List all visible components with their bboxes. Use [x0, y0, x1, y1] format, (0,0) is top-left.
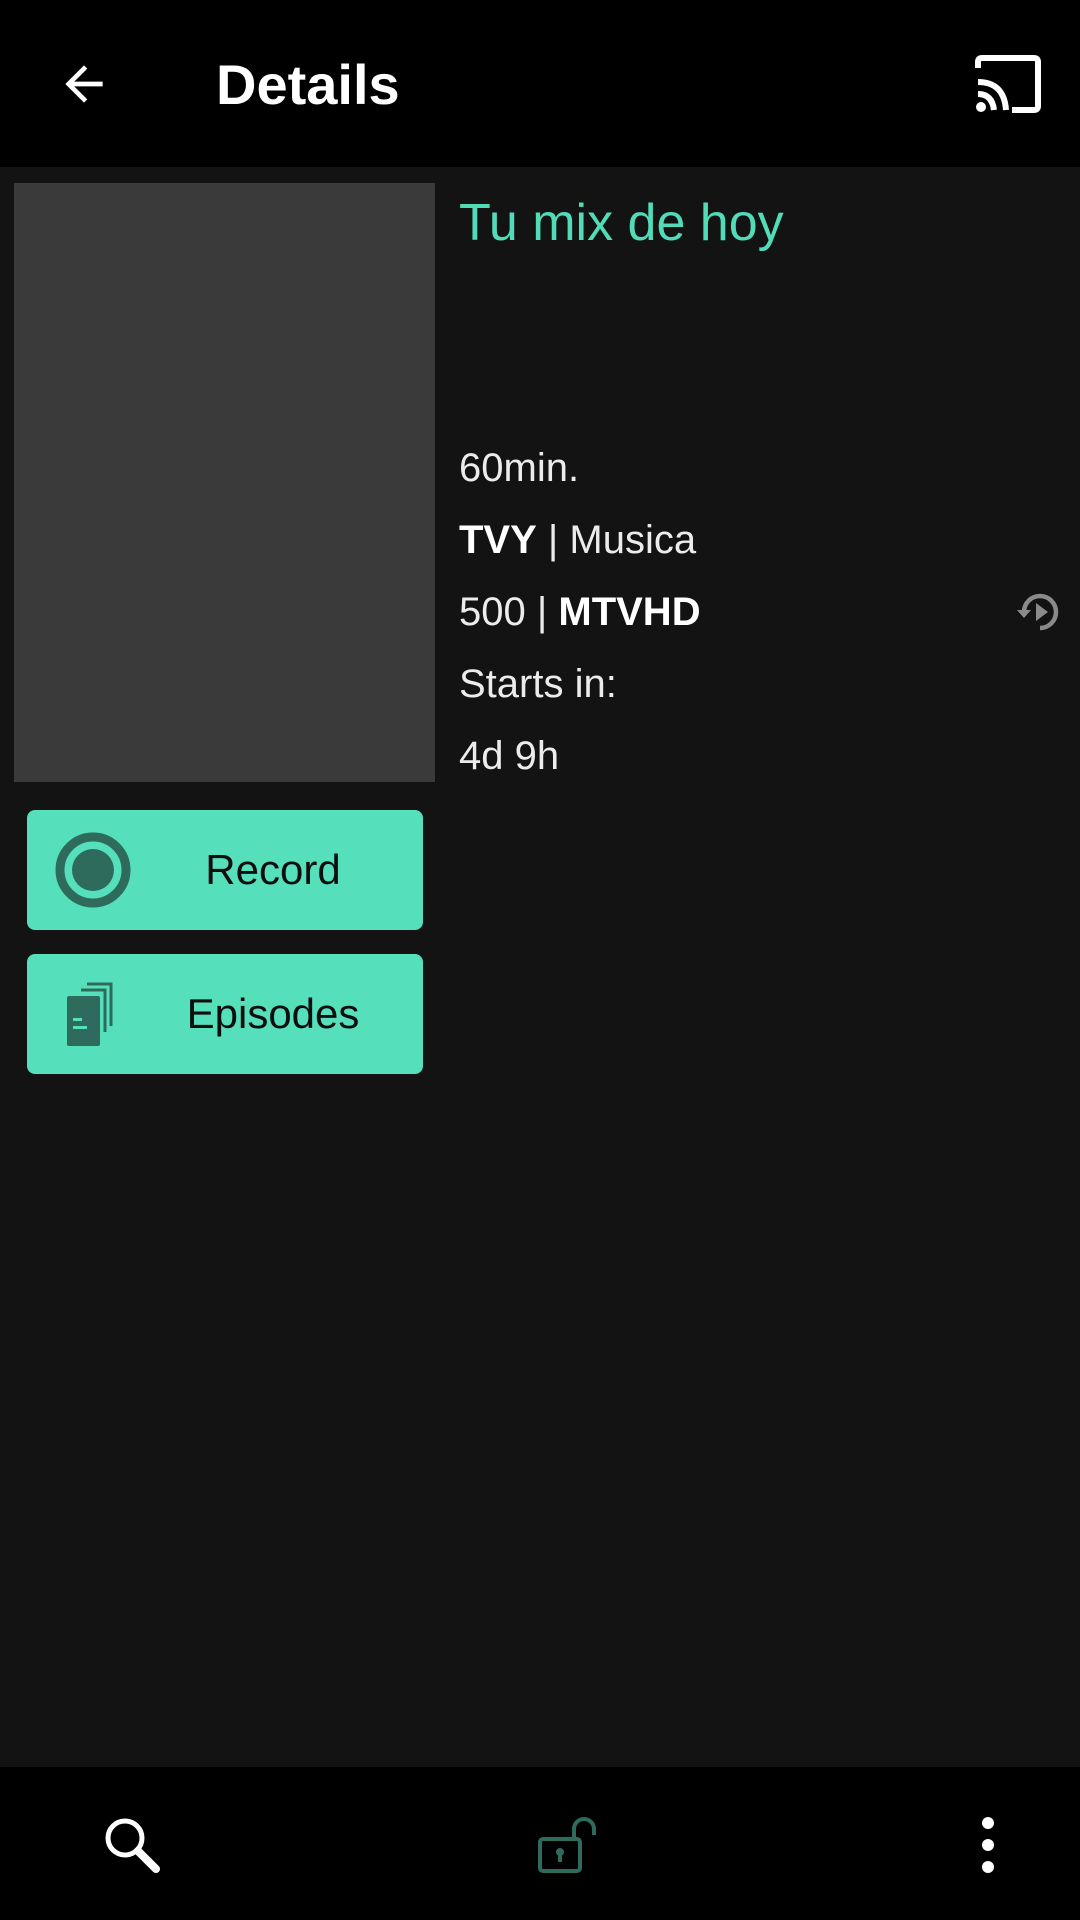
channel-name: MTVHD	[558, 590, 701, 634]
page-title: Details	[216, 53, 400, 116]
record-button[interactable]: Record	[27, 810, 423, 930]
program-poster	[14, 183, 435, 782]
starts-label: Starts in:	[459, 662, 617, 706]
program-duration: 60min.	[459, 446, 580, 490]
parental-lock-button[interactable]	[518, 1795, 618, 1895]
program-title: Tu mix de hoy	[459, 194, 784, 252]
record-label: Record	[205, 846, 341, 893]
bottom-bar	[0, 1767, 1080, 1920]
cast-button[interactable]	[964, 44, 1052, 124]
episodes-button[interactable]: Episodes	[27, 954, 423, 1074]
starts-value: 4d 9h	[459, 734, 560, 778]
back-button[interactable]	[40, 40, 128, 128]
arrow-left-icon	[65, 65, 103, 103]
separator: |	[525, 590, 559, 634]
search-icon	[105, 1818, 160, 1873]
channel-number: 500	[459, 590, 526, 634]
top-app-bar: Details	[0, 0, 1080, 167]
search-button[interactable]	[82, 1795, 182, 1895]
program-rating-genre: TVY | Musica	[459, 514, 696, 566]
record-icon	[53, 830, 133, 910]
more-options-button[interactable]	[938, 1795, 1038, 1895]
program-channel: 500 | MTVHD	[459, 586, 701, 638]
details-screen: Details Tu mix de hoy 60min. TVY | Music…	[0, 0, 1080, 1920]
program-rating: TVY	[459, 518, 537, 562]
unlock-icon	[538, 1817, 596, 1873]
episodes-icon	[53, 974, 133, 1054]
replay-icon	[1017, 593, 1059, 631]
program-genre: Musica	[569, 518, 697, 562]
replay-button[interactable]	[1012, 584, 1068, 640]
more-vert-icon	[982, 1817, 994, 1873]
cast-icon	[975, 55, 1041, 113]
separator: |	[536, 518, 570, 562]
episodes-label: Episodes	[186, 990, 360, 1037]
